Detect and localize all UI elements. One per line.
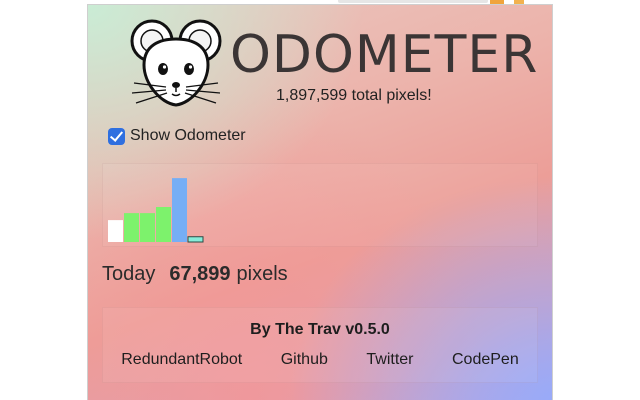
today-label: Today [102, 263, 156, 285]
today-row: Today 67,899 pixels [102, 263, 288, 286]
footer-links: RedundantRobot Github Twitter CodePen [102, 351, 538, 369]
today-unit: pixels [236, 263, 288, 285]
chart-bar-4 [172, 178, 187, 242]
chart-bar-0 [108, 220, 123, 242]
mouse-face-icon [130, 19, 222, 107]
link-redundantrobot[interactable]: RedundantRobot [121, 351, 242, 369]
app-title: ODOMETER [230, 25, 539, 85]
checkmark-icon [109, 127, 124, 142]
popup-header: ODOMETER 1,897,599 total pixels! [88, 5, 552, 115]
chart-bar-1 [124, 213, 139, 242]
link-github[interactable]: Github [281, 351, 328, 369]
chart-bar-3 [156, 207, 171, 242]
chart-canvas [108, 178, 204, 243]
byline: By The Trav v0.5.0 [250, 321, 390, 338]
address-bar-edge [338, 0, 488, 3]
link-codepen[interactable]: CodePen [452, 351, 519, 369]
today-value: 67,899 [169, 263, 231, 285]
chart-bar-2 [140, 213, 155, 242]
show-odometer-label: Show Odometer [130, 127, 246, 144]
show-odometer-toggle[interactable]: Show Odometer [108, 125, 246, 147]
odometer-popup: ODOMETER 1,897,599 total pixels! Show Od… [87, 4, 553, 400]
total-pixels-text: 1,897,599 total pixels! [276, 87, 432, 104]
footer-panel: By The Trav v0.5.0 RedundantRobot Github… [102, 307, 538, 383]
chart-bar-5 [187, 236, 204, 243]
show-odometer-checkbox[interactable] [108, 127, 125, 145]
link-twitter[interactable]: Twitter [366, 351, 413, 369]
daily-pixels-chart [102, 163, 538, 247]
